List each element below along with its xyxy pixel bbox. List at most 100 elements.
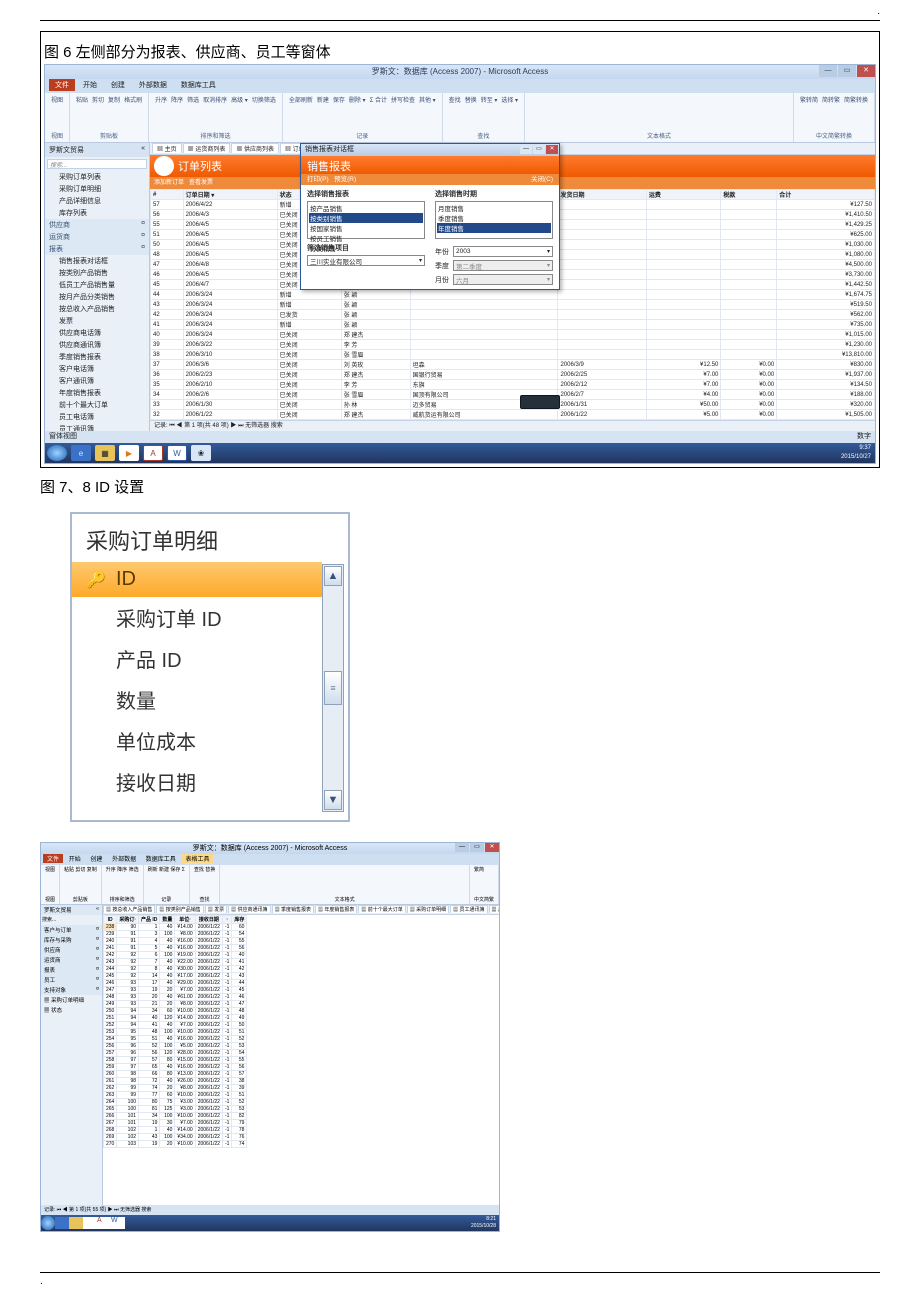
field-item[interactable]: 采购订单 ID <box>72 597 322 638</box>
close-button-2[interactable]: ✕ <box>485 843 499 852</box>
taskbar-app-icon[interactable]: ❀ <box>191 445 211 461</box>
s3-row[interactable]: 24091440¥16.002006/1/22-155 <box>104 938 247 945</box>
nav-item[interactable]: 季度销售报表 <box>45 351 149 363</box>
find-button[interactable]: 查找 <box>449 95 461 104</box>
s3-tab-tabletools[interactable]: 表格工具 <box>181 854 213 863</box>
field-item[interactable]: 数量 <box>72 679 322 720</box>
s3-row[interactable]: 239913100¥8.002006/1/22-154 <box>104 931 247 938</box>
goto-button[interactable]: 转至 ▾ <box>481 95 498 104</box>
record-navigator[interactable]: 记录: ⏮ ◀ 第 1 项(共 48 项) ▶ ⏭ 无筛选器 搜索 <box>150 420 875 431</box>
more-button[interactable]: 其他 ▾ <box>419 95 436 104</box>
close-link[interactable]: 关闭(C) <box>531 174 553 185</box>
nav-item[interactable]: 供应商通讯簿 <box>45 339 149 351</box>
nav-item[interactable]: 客户通讯簿 <box>45 375 149 387</box>
s3-doctab[interactable]: ▦ 按总收入产品销售 <box>103 905 155 913</box>
preview-button[interactable]: 预览(R) <box>334 176 356 183</box>
copy-button[interactable]: 复制 <box>108 95 120 104</box>
filter-select[interactable]: 三川实业有限公司▾ <box>307 255 425 266</box>
s3-row[interactable]: 242926100¥19.002006/1/22-140 <box>104 952 247 959</box>
taskbar-explorer-icon[interactable]: ▦ <box>95 445 115 461</box>
refresh-all-button[interactable]: 全部刷新 <box>289 95 313 104</box>
s3-nav-header[interactable]: 罗斯文贸易 <box>44 906 72 914</box>
table-row[interactable]: 392006/3/22已关闭李 芳¥1,230.00 <box>151 340 875 350</box>
table-row[interactable]: 382006/3/10已关闭张 雪眉¥13,810.00 <box>151 350 875 360</box>
s3-row[interactable]: 246931740¥29.002006/1/22-144 <box>104 980 247 987</box>
s3-row[interactable]: 2701031920¥10.002006/1/22-174 <box>104 1141 247 1148</box>
s3-tab-home[interactable]: 开始 <box>65 854 85 863</box>
tab-external-data[interactable]: 外部数据 <box>133 79 173 91</box>
table-row[interactable]: 372006/3/6已关闭刘 英玫坦森2006/3/9¥12.50¥0.00¥8… <box>151 360 875 370</box>
s3-row[interactable]: 250943460¥10.002006/1/22-148 <box>104 1008 247 1015</box>
cut-button[interactable]: 剪切 <box>92 95 104 104</box>
s3-search-input[interactable]: 搜索... <box>42 916 101 924</box>
s3-row[interactable]: 260986680¥13.002006/1/22-157 <box>104 1071 247 1078</box>
taskbar-ie-icon[interactable]: e <box>71 445 91 461</box>
report-listbox[interactable]: 按产品销售按类别销售按国家销售按员工销售分类销售 <box>307 201 425 239</box>
year-select[interactable]: 2003▾ <box>453 246 553 257</box>
nav-item[interactable]: 发票 <box>45 315 149 327</box>
taskbar-access-icon[interactable]: A <box>143 445 163 461</box>
s3-start-button[interactable] <box>41 1216 55 1230</box>
s3-navgrp[interactable]: 客户与订单¤ <box>41 925 102 935</box>
s3-doctab[interactable]: ▦ 员工通讯簿 <box>450 905 487 913</box>
nav-header[interactable]: 罗斯文贸易 <box>49 145 84 155</box>
s3-row[interactable]: 24191540¥16.002006/1/22-156 <box>104 945 247 952</box>
field-item[interactable] <box>72 802 322 814</box>
s3-tab-external[interactable]: 外部数据 <box>108 854 140 863</box>
s3-tb-word[interactable]: W <box>111 1217 125 1229</box>
datasheet-grid[interactable]: ID采购订·产品 ID数量单位·接收日期·库存23890140¥14.00200… <box>103 915 499 1148</box>
table-row[interactable]: 432006/3/24新增张 颖¥519.50 <box>151 300 875 310</box>
scroll-thumb[interactable]: ≡ <box>324 671 342 705</box>
period-listbox[interactable]: 月度销售季度销售年度销售 <box>435 201 553 239</box>
print-button[interactable]: 打印(P) <box>307 176 329 183</box>
s3-doctab[interactable]: ▦ 月度销售报表 <box>489 905 499 913</box>
s3-navgrp[interactable]: 报表¤ <box>41 965 102 975</box>
nav-item[interactable]: 采购订单列表 <box>45 171 149 183</box>
nav-item[interactable]: 产品详细信息 <box>45 195 149 207</box>
s3-tab-dbtools[interactable]: 数据库工具 <box>142 854 180 863</box>
s3-row[interactable]: 26910243100¥34.002006/1/22-176 <box>104 1134 247 1141</box>
table-row[interactable]: 322006/1/22已关闭郑 建杰威航货运有限公司2006/1/22¥5.00… <box>151 410 875 420</box>
s3-row[interactable]: 248932040¥61.002006/1/22-146 <box>104 994 247 1001</box>
s3-navitem[interactable]: ▦ 状态 <box>41 1005 102 1015</box>
s3-row[interactable]: 2641008075¥3.002006/1/22-152 <box>104 1099 247 1106</box>
s3-navitem[interactable]: ▦ 采购订单明细 <box>41 995 102 1005</box>
table-row[interactable]: 362006/2/23已关闭郑 建杰国银行贸易2006/2/25¥7.00¥0.… <box>151 370 875 380</box>
tab-home[interactable]: 开始 <box>77 79 103 91</box>
s3-navgrp[interactable]: 供应商¤ <box>41 945 102 955</box>
nav-item[interactable]: 按月产品分类销售 <box>45 291 149 303</box>
nav-item[interactable]: 采购订单明细 <box>45 183 149 195</box>
field-list[interactable]: 🔑ID采购订单 ID产品 ID数量单位成本接收日期 <box>72 562 322 814</box>
tab-file[interactable]: 文件 <box>49 79 75 91</box>
add-order-link[interactable]: 添加新订单 <box>154 180 184 186</box>
dialog-minimize-button[interactable]: — <box>520 145 532 154</box>
s3-navgrp[interactable]: 库存与采购¤ <box>41 935 102 945</box>
s3-row[interactable]: 263997760¥10.002006/1/22-151 <box>104 1092 247 1099</box>
scroll-down-button[interactable]: ▼ <box>324 790 342 810</box>
minimize-button[interactable]: — <box>819 65 837 77</box>
month-select[interactable]: 六月▾ <box>453 274 553 285</box>
s3-row[interactable]: 2519440120¥14.002006/1/22-149 <box>104 1015 247 1022</box>
s3-row[interactable]: 247931920¥7.002006/1/22-145 <box>104 987 247 994</box>
convert-button[interactable]: 简繁转换 <box>844 95 868 104</box>
navgrp-suppliers[interactable]: 供应商 <box>49 220 70 230</box>
table-row[interactable]: 332006/1/30已关闭孙 林迈多贸易2006/1/31¥50.00¥0.0… <box>151 400 875 410</box>
s3-row[interactable]: 258975780¥15.002006/1/22-155 <box>104 1057 247 1064</box>
nav-item[interactable]: 前十个最大订单 <box>45 399 149 411</box>
nav-item[interactable]: 供应商电话簿 <box>45 327 149 339</box>
s3-navgrp[interactable]: 运货商¤ <box>41 955 102 965</box>
dialog-close-button[interactable]: ✕ <box>546 145 558 154</box>
scroll-up-button[interactable]: ▲ <box>324 566 342 586</box>
s3-doctab[interactable]: ▦ 采购订单明细 <box>407 905 449 913</box>
tab-create[interactable]: 创建 <box>105 79 131 91</box>
s3-row[interactable]: 268102140¥14.002006/1/22-178 <box>104 1127 247 1134</box>
s3-tab-create[interactable]: 创建 <box>86 854 106 863</box>
nav-item[interactable]: 客户电话簿 <box>45 363 149 375</box>
s3-row[interactable]: 262997420¥8.002006/1/22-139 <box>104 1085 247 1092</box>
s3-row[interactable]: 259976540¥16.002006/1/22-156 <box>104 1064 247 1071</box>
select-button[interactable]: 选择 ▾ <box>501 95 518 104</box>
minimize-button-2[interactable]: — <box>455 843 469 852</box>
view-button[interactable]: 视图 <box>51 95 63 104</box>
nav-item[interactable]: 按总收入产品销售 <box>45 303 149 315</box>
advanced-button[interactable]: 高级 ▾ <box>231 95 248 104</box>
